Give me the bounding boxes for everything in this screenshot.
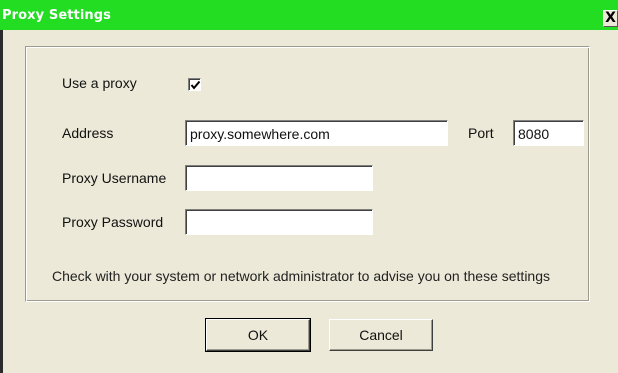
settings-hint-text: Check with your system or network admini… (52, 268, 550, 284)
address-input[interactable] (185, 120, 448, 146)
dialog-title: Proxy Settings (2, 8, 112, 23)
port-input[interactable] (513, 120, 584, 146)
window-left-edge (0, 30, 3, 373)
cancel-button[interactable]: Cancel (329, 319, 433, 351)
port-label: Port (468, 125, 494, 141)
ok-button[interactable]: OK (205, 318, 311, 352)
close-button[interactable]: X (603, 10, 618, 27)
use-proxy-checkbox[interactable] (188, 78, 201, 91)
title-bar[interactable]: Proxy Settings X (0, 0, 618, 30)
proxy-password-input[interactable] (185, 209, 373, 235)
proxy-username-input[interactable] (185, 165, 373, 191)
checkmark-icon (190, 80, 201, 90)
proxy-settings-dialog: Proxy Settings X Use a proxy Address Por… (0, 0, 618, 373)
address-label: Address (62, 125, 114, 141)
use-proxy-label: Use a proxy (62, 75, 137, 91)
proxy-password-label: Proxy Password (62, 214, 164, 230)
proxy-username-label: Proxy Username (62, 170, 167, 186)
close-icon: X (605, 10, 616, 26)
